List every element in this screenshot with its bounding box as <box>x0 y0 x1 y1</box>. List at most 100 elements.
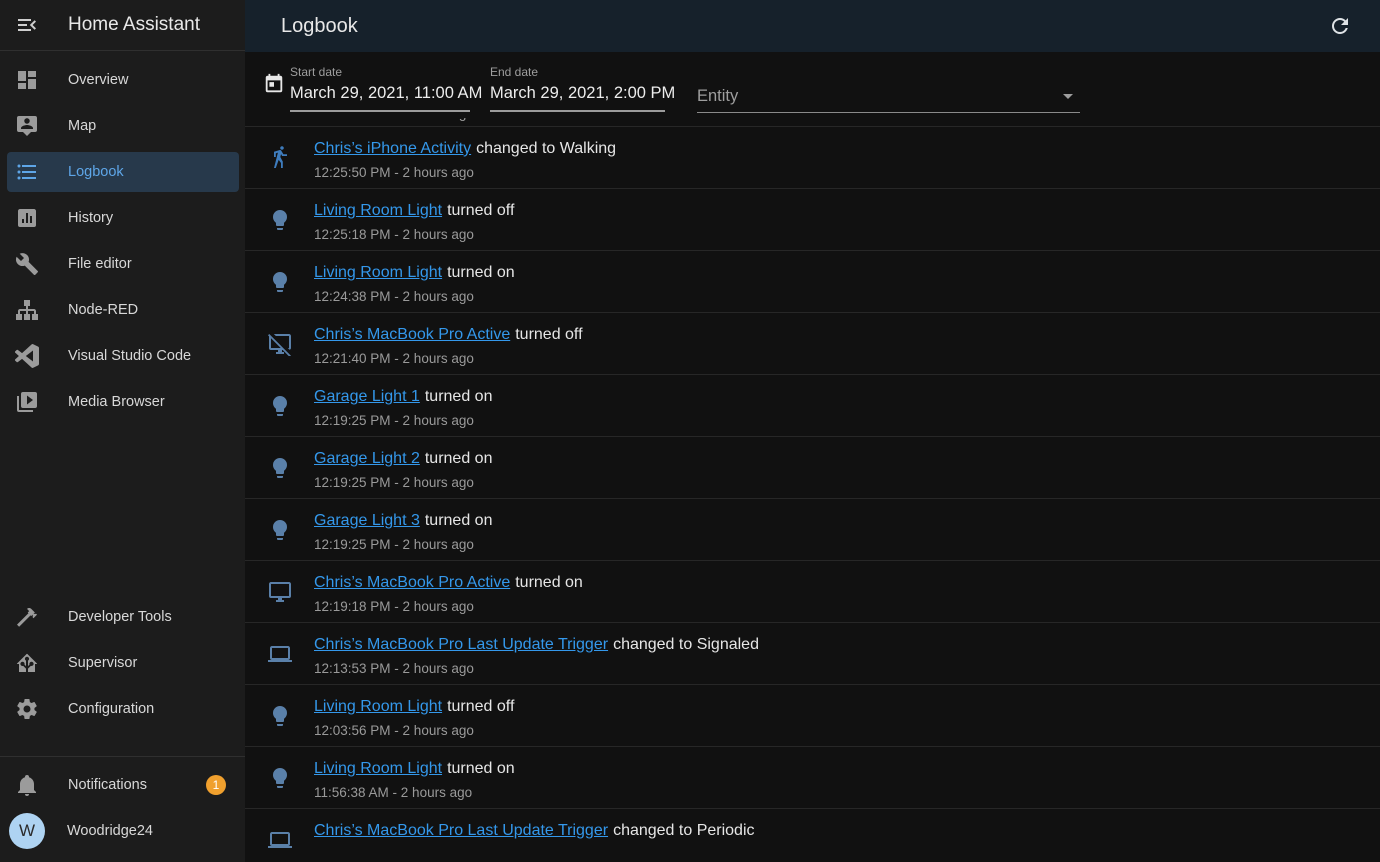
sidebar-item-node-red[interactable]: Node-RED <box>7 290 239 330</box>
entry-description: turned on <box>425 388 493 405</box>
username: Woodridge24 <box>67 823 153 839</box>
sitemap-icon <box>15 298 39 322</box>
lightbulb-icon <box>268 766 292 790</box>
entity-dropdown[interactable]: Entity <box>697 52 1080 113</box>
tooltip-account-icon <box>15 114 39 138</box>
page-title: Logbook <box>281 15 1328 38</box>
logbook-entry: Chris’s MacBook Pro Active turned on 12:1… <box>245 560 1380 622</box>
entity-link[interactable]: Living Room Light <box>314 698 442 715</box>
start-date-value: March 29, 2021, 11:00 AM <box>290 79 470 112</box>
entry-timestamp: 12:19:25 PM - 2 hours ago <box>314 537 492 552</box>
sidebar-item-map[interactable]: Map <box>7 106 239 146</box>
sidebar-item-label: Notifications <box>68 777 147 793</box>
lightbulb-icon <box>268 518 292 542</box>
entry-timestamp: 12:24:38 PM - 2 hours ago <box>314 289 515 304</box>
logbook-entry: Living Room Lightturned on 11:56:38 AM -… <box>245 746 1380 808</box>
lightbulb-icon <box>268 394 292 418</box>
sidebar-item-vscode[interactable]: Visual Studio Code <box>7 336 239 376</box>
sidebar-item-overview[interactable]: Overview <box>7 60 239 100</box>
avatar: W <box>9 813 45 849</box>
entity-link[interactable]: Living Room Light <box>314 264 442 281</box>
entity-link[interactable]: Garage Light 3 <box>314 512 420 529</box>
entry-description: changed to Walking <box>476 140 616 157</box>
logbook-entry: Chris’s MacBook Pro Activeturned off 12:… <box>245 312 1380 374</box>
play-box-multiple-icon <box>15 390 39 414</box>
monitor-icon <box>268 580 292 604</box>
menu-toggle-icon[interactable] <box>15 13 39 37</box>
sidebar-item-configuration[interactable]: Configuration <box>7 689 239 729</box>
logbook-entry: Garage Light 2 turned on 12:19:25 PM - 2 … <box>245 436 1380 498</box>
page-header: Logbook <box>245 0 1380 52</box>
entity-link[interactable]: Chris’s iPhone Activity <box>314 140 471 157</box>
entry-timestamp: 11:56:38 AM - 2 hours ago <box>314 785 515 800</box>
end-date-value: March 29, 2021, 2:00 PM <box>490 79 665 112</box>
entry-description: turned off <box>447 698 514 715</box>
lightbulb-icon <box>268 208 292 232</box>
entry-timestamp: 12:19:18 PM - 2 hours ago <box>314 599 583 614</box>
cog-icon <box>15 697 39 721</box>
sidebar-item-user-profile[interactable]: W Woodridge24 <box>7 811 239 851</box>
vscode-icon <box>15 344 39 368</box>
start-date-field[interactable]: Start date March 29, 2021, 11:00 AM <box>290 52 470 112</box>
sidebar-item-label: File editor <box>68 256 132 272</box>
entity-link[interactable]: Garage Light 1 <box>314 388 420 405</box>
sidebar-secondary-nav: Developer Tools Supervisor Configuration <box>0 597 245 735</box>
chevron-down-icon <box>1056 84 1080 108</box>
sidebar-item-label: Visual Studio Code <box>68 348 191 364</box>
home-assistant-icon <box>15 651 39 675</box>
entity-link[interactable]: Chris’s MacBook Pro Last Update Trigger <box>314 636 608 653</box>
format-list-bulleted-icon <box>15 160 39 184</box>
entry-timestamp: 12:19:25 PM - 2 hours ago <box>314 413 492 428</box>
logbook-entry: Chris’s MacBook Pro Last Update Trigger c… <box>245 622 1380 684</box>
logbook-entry-clipped: Chris’s MacBook Pro Last Update Triggerc… <box>245 808 1380 862</box>
sidebar-item-label: Logbook <box>68 164 124 180</box>
sidebar-item-history[interactable]: History <box>7 198 239 238</box>
sidebar-item-file-editor[interactable]: File editor <box>7 244 239 284</box>
sidebar-item-supervisor[interactable]: Supervisor <box>7 643 239 683</box>
main-panel: Logbook Start date March 29, 2021, 11:00… <box>245 0 1380 862</box>
entry-description: turned on <box>515 574 583 591</box>
sidebar-item-label: Configuration <box>68 701 154 717</box>
sidebar-item-label: Map <box>68 118 96 134</box>
sidebar: Home Assistant Overview Map Logbook Hist… <box>0 0 245 862</box>
entry-description: changed to Signaled <box>613 636 759 653</box>
entry-timestamp: 12:13:53 PM - 2 hours ago <box>314 661 759 676</box>
view-dashboard-icon <box>15 68 39 92</box>
sidebar-item-label: Supervisor <box>68 655 137 671</box>
bell-icon <box>15 773 39 797</box>
lightbulb-icon <box>268 456 292 480</box>
entity-link[interactable]: Chris’s MacBook Pro Active <box>314 326 510 343</box>
entity-link[interactable]: Chris’s MacBook Pro Last Update Trigger <box>314 822 608 839</box>
sidebar-item-developer-tools[interactable]: Developer Tools <box>7 597 239 637</box>
entity-link[interactable]: Garage Light 2 <box>314 450 420 467</box>
calendar-icon[interactable] <box>263 73 285 95</box>
sidebar-item-label: Media Browser <box>68 394 165 410</box>
entry-description: turned off <box>515 326 582 343</box>
sidebar-divider <box>0 756 245 757</box>
entity-link[interactable]: Living Room Light <box>314 202 442 219</box>
walk-icon <box>268 146 292 170</box>
entity-link[interactable]: Living Room Light <box>314 760 442 777</box>
entity-placeholder: Entity <box>697 87 738 106</box>
entity-link[interactable]: Chris’s MacBook Pro Active <box>314 574 510 591</box>
end-date-label: End date <box>490 65 665 79</box>
logbook-entry: Living Room Lightturned off 12:25:18 PM … <box>245 188 1380 250</box>
end-date-field[interactable]: End date March 29, 2021, 2:00 PM <box>490 52 665 112</box>
entry-description: turned on <box>425 450 493 467</box>
sidebar-item-label: Overview <box>68 72 128 88</box>
lightbulb-icon <box>268 704 292 728</box>
sidebar-item-logbook[interactable]: Logbook <box>7 152 239 192</box>
start-date-label: Start date <box>290 65 470 79</box>
sidebar-header: Home Assistant <box>0 0 245 51</box>
sidebar-item-notifications[interactable]: Notifications 1 <box>7 765 239 805</box>
entry-timestamp: 12:19:25 PM - 2 hours ago <box>314 475 492 490</box>
refresh-icon[interactable] <box>1328 14 1352 38</box>
entry-timestamp: 12:25:50 PM - 2 hours ago <box>314 165 616 180</box>
sidebar-item-label: Node-RED <box>68 302 138 318</box>
sidebar-spacer <box>0 428 245 597</box>
hammer-icon <box>15 605 39 629</box>
home-assistant-app: Home Assistant Overview Map Logbook Hist… <box>0 0 1380 862</box>
logbook-list: 12:26:50 PM - 2 hours ago Chris’s iPhone… <box>245 118 1380 862</box>
sidebar-item-media-browser[interactable]: Media Browser <box>7 382 239 422</box>
laptop-icon <box>268 642 292 666</box>
